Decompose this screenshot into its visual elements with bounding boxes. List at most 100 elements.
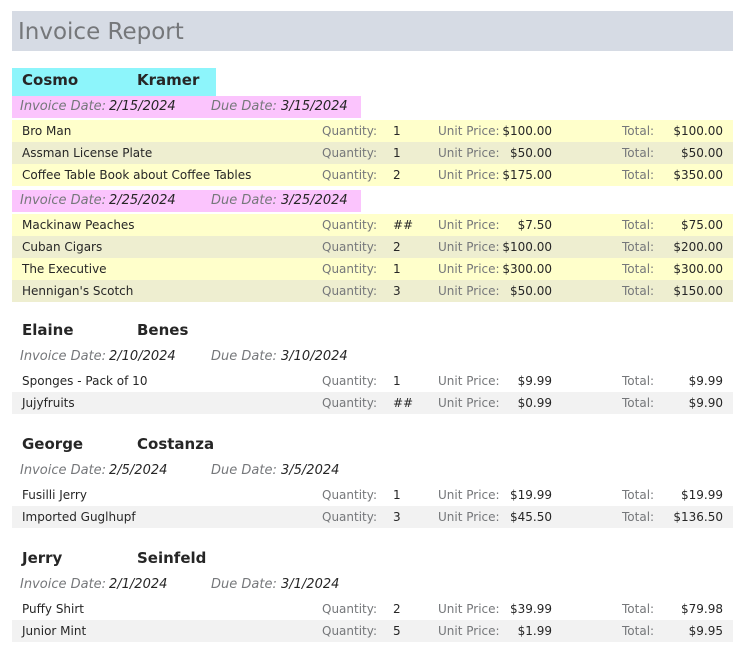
item-name: Puffy Shirt bbox=[22, 602, 85, 616]
quantity-value: 3 bbox=[393, 510, 401, 524]
quantity-label: Quantity: bbox=[322, 284, 378, 298]
unit-price-label: Unit Price: bbox=[438, 262, 500, 276]
invoice-date-label: Invoice Date: bbox=[20, 577, 107, 592]
total-label: Total: bbox=[622, 602, 655, 616]
quantity-label: Quantity: bbox=[322, 624, 378, 638]
customer-first-name: Cosmo bbox=[22, 71, 79, 89]
quantity-value: 1 bbox=[393, 374, 401, 388]
quantity-value: 2 bbox=[393, 240, 401, 254]
total-label: Total: bbox=[622, 396, 655, 410]
due-date-value: 3/25/2024 bbox=[281, 193, 348, 208]
line-item-row: Coffee Table Book about Coffee Tables Qua… bbox=[12, 164, 733, 186]
quantity-label: Quantity: bbox=[322, 488, 378, 502]
invoice-date-label: Invoice Date: bbox=[20, 349, 107, 364]
line-item-row: The Executive Quantity: 1 Unit Price: $300.0… bbox=[12, 258, 733, 280]
total-value: $350.00 bbox=[673, 168, 723, 182]
quantity-label: Quantity: bbox=[322, 602, 378, 616]
total-value: $100.00 bbox=[673, 124, 723, 138]
quantity-value: 1 bbox=[393, 124, 401, 138]
unit-price-value: $300.00 bbox=[502, 262, 552, 276]
invoice-date-label: Invoice Date: bbox=[20, 193, 107, 208]
total-label: Total: bbox=[622, 374, 655, 388]
line-item-row: Mackinaw Peaches Quantity: ## Unit Price: $7… bbox=[12, 214, 733, 236]
item-name: The Executive bbox=[22, 262, 107, 276]
total-label: Total: bbox=[622, 262, 655, 276]
quantity-label: Quantity: bbox=[322, 374, 378, 388]
unit-price-label: Unit Price: bbox=[438, 488, 500, 502]
total-value: $9.99 bbox=[688, 374, 723, 388]
total-label: Total: bbox=[622, 284, 655, 298]
unit-price-value: $50.00 bbox=[510, 284, 552, 298]
line-item-row: Junior Mint Quantity: 5 Unit Price: $1.99 Tot… bbox=[12, 620, 733, 642]
unit-price-value: $1.99 bbox=[517, 624, 552, 638]
unit-price-label: Unit Price: bbox=[438, 284, 500, 298]
item-name: Imported Guglhupf bbox=[22, 510, 136, 524]
total-value: $150.00 bbox=[673, 284, 723, 298]
total-value: $19.99 bbox=[681, 488, 723, 502]
item-name: Sponges - Pack of 10 bbox=[22, 374, 148, 388]
quantity-value: 3 bbox=[393, 284, 401, 298]
due-date-label: Due Date: bbox=[211, 349, 277, 364]
invoice-date-value: 2/25/2024 bbox=[109, 193, 176, 208]
unit-price-label: Unit Price: bbox=[438, 218, 500, 232]
unit-price-label: Unit Price: bbox=[438, 124, 500, 138]
quantity-label: Quantity: bbox=[322, 510, 378, 524]
customer-first-name: George bbox=[22, 435, 84, 453]
unit-price-label: Unit Price: bbox=[438, 396, 500, 410]
item-name: Bro Man bbox=[22, 124, 72, 138]
total-label: Total: bbox=[622, 510, 655, 524]
item-name: Junior Mint bbox=[22, 624, 87, 638]
line-item-row: Assman License Plate Quantity: 1 Unit Price… bbox=[12, 142, 733, 164]
item-name: Coffee Table Book about Coffee Tables bbox=[22, 168, 252, 182]
invoice-date-value: 2/10/2024 bbox=[109, 349, 176, 364]
due-date-label: Due Date: bbox=[211, 193, 277, 208]
unit-price-label: Unit Price: bbox=[438, 510, 500, 524]
unit-price-label: Unit Price: bbox=[438, 168, 500, 182]
customer-first-name: Jerry bbox=[22, 549, 63, 567]
unit-price-value: $39.99 bbox=[510, 602, 552, 616]
unit-price-value: $9.99 bbox=[517, 374, 552, 388]
quantity-label: Quantity: bbox=[322, 146, 378, 160]
unit-price-value: $0.99 bbox=[517, 396, 552, 410]
customer-first-name: Elaine bbox=[22, 321, 74, 339]
customer-last-name: Seinfeld bbox=[137, 549, 207, 567]
quantity-value: 1 bbox=[393, 262, 401, 276]
line-item-row: Bro Man Quantity: 1 Unit Price: $100.00 Total… bbox=[12, 120, 733, 142]
unit-price-value: $19.99 bbox=[510, 488, 552, 502]
quantity-value: 1 bbox=[393, 146, 401, 160]
due-date-value: 3/1/2024 bbox=[281, 577, 340, 592]
total-value: $300.00 bbox=[673, 262, 723, 276]
total-value: $75.00 bbox=[681, 218, 723, 232]
line-item-row: Sponges - Pack of 10 Quantity: 1 Unit Price… bbox=[12, 370, 733, 392]
customer-last-name: Kramer bbox=[137, 71, 200, 89]
quantity-label: Quantity: bbox=[322, 124, 378, 138]
line-item-row: Hennigan's Scotch Quantity: 3 Unit Price: $5… bbox=[12, 280, 733, 302]
invoice-date-value: 2/5/2024 bbox=[109, 463, 168, 478]
quantity-label: Quantity: bbox=[322, 240, 378, 254]
total-label: Total: bbox=[622, 124, 655, 138]
due-date-label: Due Date: bbox=[211, 99, 277, 114]
line-item-row: Fusilli Jerry Quantity: 1 Unit Price: $19.99… bbox=[12, 484, 733, 506]
total-value: $79.98 bbox=[681, 602, 723, 616]
line-item-row: Cuban Cigars Quantity: 2 Unit Price: $100.00… bbox=[12, 236, 733, 258]
unit-price-value: $175.00 bbox=[502, 168, 552, 182]
total-label: Total: bbox=[622, 624, 655, 638]
total-value: $136.50 bbox=[673, 510, 723, 524]
item-name: Jujyfruits bbox=[22, 396, 75, 410]
due-date-value: 3/15/2024 bbox=[281, 99, 348, 114]
unit-price-value: $7.50 bbox=[517, 218, 552, 232]
due-date-value: 3/10/2024 bbox=[281, 349, 348, 364]
item-name: Fusilli Jerry bbox=[22, 488, 87, 502]
total-label: Total: bbox=[622, 488, 655, 502]
quantity-value: 2 bbox=[393, 602, 401, 616]
unit-price-label: Unit Price: bbox=[438, 374, 500, 388]
invoice-date-label: Invoice Date: bbox=[20, 99, 107, 114]
customer-last-name: Costanza bbox=[137, 435, 215, 453]
report-title: Invoice Report bbox=[18, 19, 184, 45]
total-value: $50.00 bbox=[681, 146, 723, 160]
invoice-date-label: Invoice Date: bbox=[20, 463, 107, 478]
total-label: Total: bbox=[622, 240, 655, 254]
unit-price-label: Unit Price: bbox=[438, 624, 500, 638]
total-value: $200.00 bbox=[673, 240, 723, 254]
due-date-value: 3/5/2024 bbox=[281, 463, 340, 478]
